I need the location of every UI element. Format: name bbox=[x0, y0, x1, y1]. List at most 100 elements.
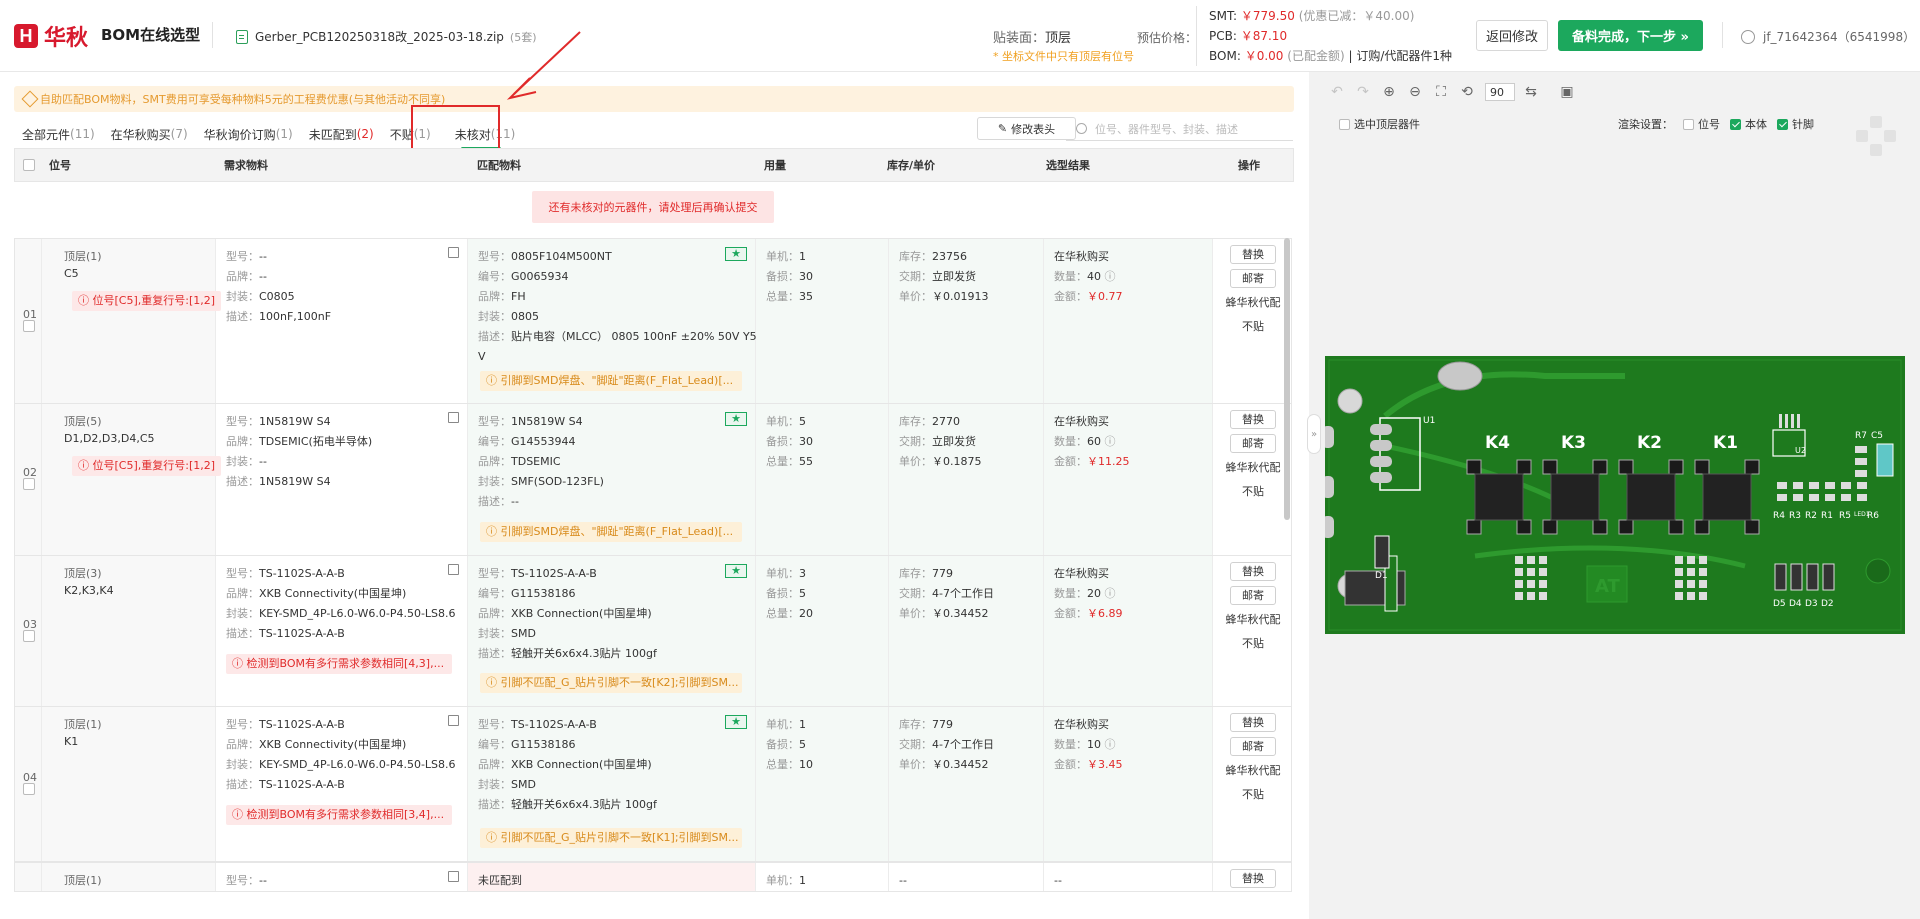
search-box[interactable]: 位号、器件型号、封装、描述 bbox=[1066, 117, 1293, 141]
qty-total: 35 bbox=[799, 290, 813, 303]
match-model: TS-1102S-A-A-B bbox=[511, 567, 597, 580]
star-icon[interactable]: ★ bbox=[725, 564, 747, 578]
pan-up-icon[interactable] bbox=[1870, 116, 1882, 128]
skip-option[interactable]: 不贴 bbox=[1213, 785, 1293, 805]
logo-text: 华秋 bbox=[44, 26, 89, 51]
match-package: SMD bbox=[511, 627, 536, 640]
search-input[interactable]: 位号、器件型号、封装、描述 bbox=[1095, 121, 1238, 137]
next-step-button[interactable]: 备料完成，下一步 » bbox=[1558, 20, 1703, 51]
field-label: 型号： bbox=[478, 250, 511, 263]
back-button[interactable]: 返回修改 bbox=[1476, 20, 1548, 51]
row-checkbox[interactable] bbox=[23, 478, 35, 490]
mail-button[interactable]: 邮寄 bbox=[1230, 269, 1276, 288]
tab-all[interactable]: 全部元件 (11) bbox=[22, 118, 95, 150]
file-icon bbox=[236, 29, 248, 44]
zoom-input[interactable]: 90 bbox=[1485, 83, 1515, 101]
agent-option[interactable]: 蜂华秋代配 bbox=[1213, 458, 1293, 478]
mail-button[interactable]: 邮寄 bbox=[1230, 434, 1276, 453]
top-layer-option[interactable]: 选中顶层器件 bbox=[1339, 116, 1420, 132]
agent-option[interactable]: 蜂华秋代配 bbox=[1213, 293, 1293, 313]
field-label: 封装： bbox=[226, 455, 259, 468]
user-account[interactable]: jf_71642364（6541998） bbox=[1741, 28, 1915, 45]
rotate-icon[interactable]: ⟲ bbox=[1459, 84, 1475, 100]
pin-warning[interactable]: ⓘ 引脚不匹配_G_贴片引脚不一致[K2];引脚到SM... bbox=[480, 673, 742, 693]
select-all-checkbox[interactable] bbox=[23, 159, 35, 171]
star-icon[interactable]: ★ bbox=[725, 715, 747, 729]
edit-icon[interactable] bbox=[448, 412, 459, 423]
pan-down-icon[interactable] bbox=[1870, 144, 1882, 156]
replace-button[interactable]: 替换 bbox=[1230, 562, 1276, 581]
pcb-label: R2 bbox=[1805, 511, 1817, 521]
fit-icon[interactable]: ⛶ bbox=[1433, 84, 1449, 100]
help-icon[interactable]: ⓘ bbox=[1105, 435, 1116, 448]
match-package: SMD bbox=[511, 778, 536, 791]
replace-button[interactable]: 替换 bbox=[1230, 713, 1276, 732]
field-label: 单机： bbox=[766, 250, 799, 263]
edit-icon[interactable] bbox=[448, 247, 459, 258]
mail-button[interactable]: 邮寄 bbox=[1230, 737, 1276, 756]
edit-icon[interactable] bbox=[448, 564, 459, 575]
tab-unmatched[interactable]: 未匹配到 (2) bbox=[309, 118, 374, 150]
help-icon[interactable]: ⓘ bbox=[1105, 587, 1116, 600]
pin-warning[interactable]: ⓘ 引脚不匹配_G_贴片引脚不一致[K1];引脚到SM... bbox=[480, 828, 742, 848]
tab-label: 在华秋购买 bbox=[110, 127, 171, 142]
field-label: 单机： bbox=[766, 415, 799, 428]
star-icon[interactable]: ★ bbox=[725, 247, 747, 261]
logo[interactable]: H 华秋 bbox=[14, 20, 88, 52]
agent-option[interactable]: 蜂华秋代配 bbox=[1213, 761, 1293, 781]
tab-buy[interactable]: 在华秋购买 (7) bbox=[111, 118, 188, 150]
agent-option[interactable]: 蜂华秋代配 bbox=[1213, 610, 1293, 630]
replace-button[interactable]: 替换 bbox=[1230, 410, 1276, 429]
pan-control[interactable] bbox=[1856, 116, 1896, 156]
pan-right-icon[interactable] bbox=[1884, 130, 1896, 142]
pos-checkbox[interactable] bbox=[1683, 118, 1694, 130]
undo-icon[interactable]: ↶ bbox=[1329, 84, 1345, 100]
image-icon[interactable]: ▣ bbox=[1559, 84, 1575, 100]
replace-button[interactable]: 替换 bbox=[1230, 245, 1276, 264]
tab-label: 全部元件 bbox=[22, 127, 71, 142]
row-checkbox[interactable] bbox=[23, 320, 35, 332]
row-designators: D1,D2,D3,D4,C5 bbox=[64, 432, 155, 445]
req-package: KEY-SMD_4P-L6.0-W6.0-P4.50-LS8.6 bbox=[259, 607, 456, 620]
zoom-in-icon[interactable]: ⊕ bbox=[1381, 84, 1397, 100]
pcb-preview[interactable]: U1 K4 K3 K2 K1 R7 C5R4 R3 R2 R1 R5 LED1R6D5 D4 D3 D2… bbox=[1325, 356, 1905, 646]
table-row: 03 顶层(3) K2,K3,K4 型号：TS-1102S-A-A-B 品牌：X… bbox=[14, 556, 1292, 707]
zoom-out-icon[interactable]: ⊖ bbox=[1407, 84, 1423, 100]
file-name: Gerber_PCB120250318改_2025-03-18.zip bbox=[255, 30, 504, 44]
redo-icon[interactable]: ↷ bbox=[1355, 84, 1371, 100]
flip-icon[interactable]: ⇆ bbox=[1523, 84, 1539, 100]
pcb-label: C5 bbox=[1871, 431, 1883, 441]
side-value: 顶层 bbox=[1045, 31, 1072, 46]
collapse-handle[interactable]: » bbox=[1307, 414, 1321, 454]
pan-left-icon[interactable] bbox=[1856, 130, 1868, 142]
pin-checkbox[interactable] bbox=[1777, 118, 1788, 130]
help-icon[interactable]: ⓘ bbox=[1105, 738, 1116, 751]
skip-option[interactable]: 不贴 bbox=[1213, 634, 1293, 654]
result-amount: ￥6.89 bbox=[1087, 607, 1123, 620]
skip-option[interactable]: 不贴 bbox=[1213, 482, 1293, 502]
replace-button[interactable]: 替换 bbox=[1230, 869, 1276, 888]
result-amount: ￥11.25 bbox=[1087, 455, 1130, 468]
req-package: C0805 bbox=[259, 290, 295, 303]
mail-button[interactable]: 邮寄 bbox=[1230, 586, 1276, 605]
star-icon[interactable]: ★ bbox=[725, 412, 747, 426]
body-checkbox[interactable] bbox=[1730, 118, 1741, 130]
th-result: 选型结果 bbox=[1046, 159, 1090, 172]
row-checkbox[interactable] bbox=[23, 629, 35, 642]
field-label: 品牌： bbox=[226, 435, 259, 448]
help-icon[interactable]: ⓘ bbox=[1105, 270, 1116, 283]
skip-option[interactable]: 不贴 bbox=[1213, 317, 1293, 337]
field-label: 数量： bbox=[1054, 738, 1087, 751]
edit-icon[interactable] bbox=[448, 715, 459, 726]
pin-warning[interactable]: ⓘ 引脚到SMD焊盘、"脚趾"距离(F_Flat_Lead)[... bbox=[480, 371, 742, 391]
vertical-scrollbar[interactable] bbox=[1284, 238, 1290, 520]
edit-header-button[interactable]: ✎ 修改表头 bbox=[977, 117, 1076, 140]
field-label: 描述： bbox=[478, 330, 511, 343]
top-only-checkbox[interactable] bbox=[1339, 118, 1350, 130]
row-layer: 顶层(1) bbox=[64, 874, 102, 887]
tab-inquiry[interactable]: 华秋询价订购 (1) bbox=[204, 118, 293, 150]
edit-icon[interactable] bbox=[448, 871, 459, 882]
pin-warning[interactable]: ⓘ 引脚到SMD焊盘、"脚趾"距离(F_Flat_Lead)[... bbox=[480, 522, 742, 542]
row-checkbox[interactable] bbox=[23, 782, 35, 795]
body-label: 本体 bbox=[1745, 118, 1767, 131]
